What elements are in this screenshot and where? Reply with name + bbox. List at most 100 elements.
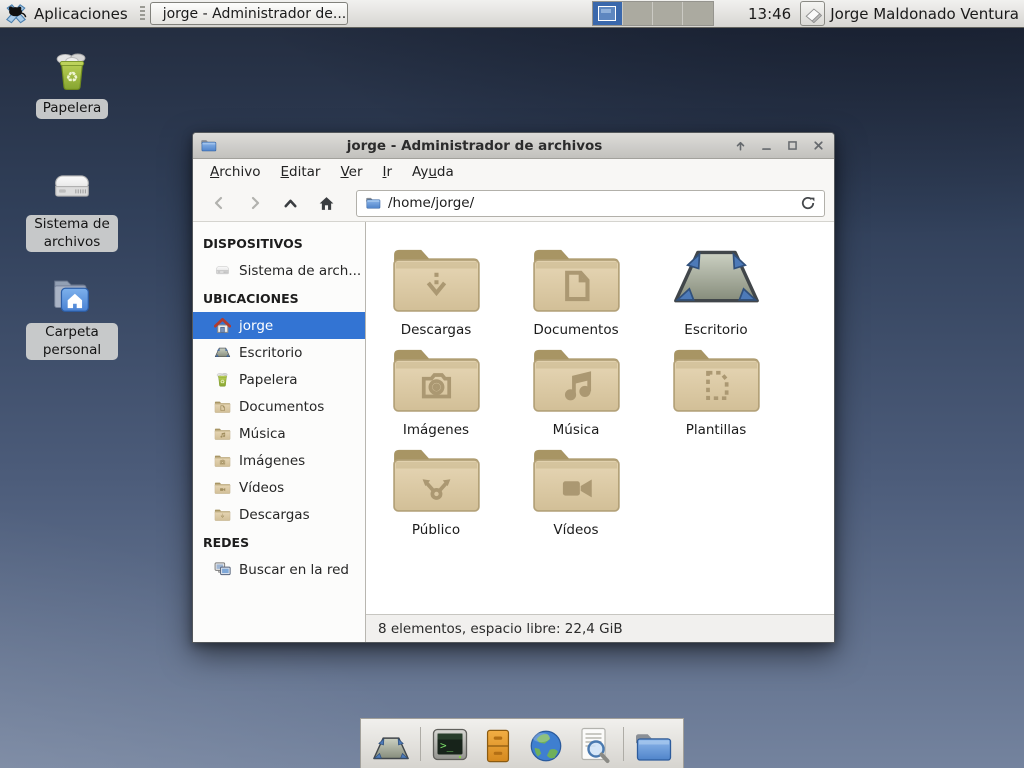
toolbar: /home/jorge/ [193, 185, 834, 222]
session-action-button[interactable] [800, 1, 825, 26]
sidebar-item-videos[interactable]: Vídeos [193, 474, 365, 501]
menu-ver[interactable]: Ver [330, 161, 372, 183]
folder-icon [365, 196, 381, 210]
shade-button[interactable] [732, 137, 749, 154]
desktop-icon-home[interactable]: Carpeta personal [24, 272, 120, 360]
network-icon [214, 561, 231, 578]
menu-ayuda[interactable]: Ayuda [402, 161, 464, 183]
sidebar-item-descargas[interactable]: Descargas [193, 501, 365, 528]
sidebar-item-filesystem[interactable]: Sistema de arch... [193, 257, 365, 284]
folder-pictures-icon [214, 453, 231, 468]
sidebar-item-jorge[interactable]: jorge [193, 312, 365, 339]
file-item-imagenes[interactable]: Imágenes [366, 338, 506, 438]
maximize-button[interactable] [784, 137, 801, 154]
up-icon [282, 195, 299, 212]
tasklist-grip [140, 6, 145, 21]
menu-ir[interactable]: Ir [373, 161, 403, 183]
applications-menu-button[interactable]: Aplicaciones [0, 0, 138, 27]
menu-archivo[interactable]: Archivo [200, 161, 270, 183]
terminal-icon [430, 725, 470, 765]
path-bar[interactable]: /home/jorge/ [356, 190, 825, 217]
folder-downloads-icon [214, 507, 231, 522]
file-manager-launcher[interactable] [633, 723, 673, 765]
dock-separator [420, 727, 421, 761]
web-browser-launcher[interactable] [526, 723, 566, 765]
workspace-3[interactable] [653, 2, 683, 25]
folder-templates-icon [669, 338, 764, 416]
applications-label: Aplicaciones [34, 5, 128, 23]
folder-videos-icon [214, 480, 231, 495]
sidebar-header-devices: DISPOSITIVOS [193, 229, 365, 257]
app-finder-icon [574, 725, 614, 765]
taskbar-window-button[interactable]: jorge - Administrador de... [150, 2, 348, 25]
statusbar: 8 elementos, espacio libre: 22,4 GiB [366, 614, 834, 642]
trash-icon [214, 371, 231, 388]
file-cabinet-icon [479, 727, 517, 765]
forward-icon [247, 195, 263, 211]
reload-icon [800, 195, 816, 211]
workspace-4[interactable] [683, 2, 713, 25]
workspace-1[interactable] [593, 2, 623, 25]
folder-documents-icon [214, 399, 231, 414]
home-folder-icon [49, 272, 95, 318]
trash-icon [49, 48, 95, 94]
sidebar-item-musica[interactable]: Música [193, 420, 365, 447]
folder-music-icon [214, 426, 231, 441]
file-cabinet-launcher[interactable] [478, 723, 518, 765]
workspace-window-thumb [598, 6, 616, 21]
sidebar-header-network: REDES [193, 528, 365, 556]
file-manager-window: jorge - Administrador de archivos Archiv… [192, 132, 835, 643]
desktop-icon-filesystem[interactable]: Sistema de archivos [24, 164, 120, 252]
globe-icon [527, 727, 565, 765]
session-eraser-icon [804, 5, 822, 23]
sidebar-item-buscar-red[interactable]: Buscar en la red [193, 556, 365, 583]
application-finder-launcher[interactable] [574, 723, 614, 765]
menu-editar[interactable]: Editar [270, 161, 330, 183]
up-button[interactable] [274, 189, 307, 217]
xfce-logo-icon [5, 3, 27, 25]
file-item-musica[interactable]: Música [506, 338, 646, 438]
sidebar-item-escritorio[interactable]: Escritorio [193, 339, 365, 366]
window-title: jorge - Administrador de archivos [223, 138, 726, 154]
file-item-videos[interactable]: Vídeos [506, 438, 646, 538]
file-item-publico[interactable]: Público [366, 438, 506, 538]
folder-music-icon [529, 338, 624, 416]
status-text: 8 elementos, espacio libre: 22,4 GiB [378, 621, 623, 637]
user-name: Jorge Maldonado Ventura [830, 5, 1019, 23]
terminal-launcher[interactable] [430, 723, 470, 765]
minimize-button[interactable] [758, 137, 775, 154]
file-item-descargas[interactable]: Descargas [366, 238, 506, 338]
bottom-dock [360, 718, 684, 768]
clock: 13:46 [748, 5, 791, 23]
desktop-icon [669, 238, 764, 316]
reload-button[interactable] [800, 195, 816, 211]
file-item-documentos[interactable]: Documentos [506, 238, 646, 338]
workspace-2[interactable] [623, 2, 653, 25]
minimize-icon [759, 138, 774, 153]
home-icon [317, 194, 336, 213]
shade-icon [733, 138, 748, 153]
taskbar-window-label: jorge - Administrador de... [163, 6, 347, 22]
file-item-plantillas[interactable]: Plantillas [646, 338, 786, 438]
file-view[interactable]: Descargas Documentos Escritorio Imá [366, 222, 834, 614]
forward-button[interactable] [238, 189, 271, 217]
menubar: Archivo Editar Ver Ir Ayuda [193, 159, 834, 185]
top-panel: Aplicaciones jorge - Administrador de...… [0, 0, 1024, 28]
show-desktop-button[interactable] [371, 723, 411, 765]
titlebar[interactable]: jorge - Administrador de archivos [193, 133, 834, 159]
folder-pictures-icon [389, 338, 484, 416]
home-button[interactable] [310, 189, 343, 217]
folder-public-icon [389, 438, 484, 516]
sidebar-item-imagenes[interactable]: Imágenes [193, 447, 365, 474]
blue-folder-icon [633, 729, 673, 765]
sidebar-item-papelera[interactable]: Papelera [193, 366, 365, 393]
sidebar-item-documentos[interactable]: Documentos [193, 393, 365, 420]
file-item-escritorio[interactable]: Escritorio [646, 238, 786, 338]
sidebar: DISPOSITIVOS Sistema de arch... UBICACIO… [193, 222, 366, 642]
back-button[interactable] [202, 189, 235, 217]
close-button[interactable] [810, 137, 827, 154]
close-icon [811, 138, 826, 153]
desktop-icon-trash[interactable]: Papelera [24, 48, 120, 119]
desktop-icon-label: Sistema de archivos [26, 215, 118, 252]
desktop-icon-label: Papelera [36, 99, 109, 119]
